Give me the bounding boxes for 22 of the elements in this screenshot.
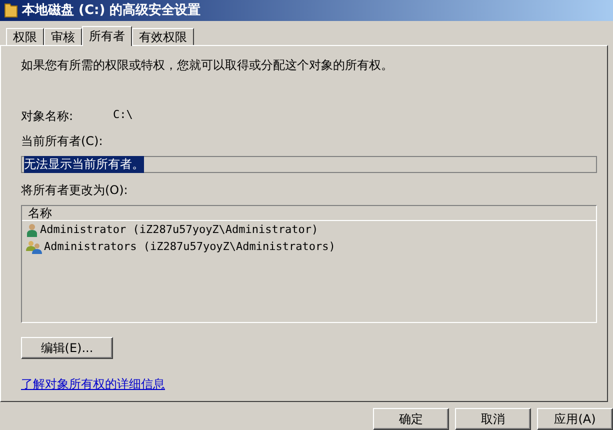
tab[interactable]: 所有者 (82, 26, 132, 46)
owner-list-item[interactable]: Administrators (iZ287u57yoyZ\Administrators) (22, 238, 596, 256)
change-owner-label: 将所有者更改为(O): (21, 182, 129, 200)
tab[interactable]: 有效权限 (132, 28, 194, 46)
ownership-info-link[interactable]: 了解对象所有权的详细信息 (21, 376, 165, 394)
users-icon (26, 240, 42, 254)
folder-icon (4, 2, 18, 18)
column-header[interactable]: 名称 (22, 206, 596, 222)
object-name-value: C:\ (113, 108, 133, 124)
dialog-button[interactable]: 应用(A) (537, 408, 613, 430)
owner-list-item[interactable]: Administrator (iZ287u57yoyZ\Administrator) (22, 221, 596, 238)
intro-text: 如果您有所需的权限或特权，您就可以取得或分配这个对象的所有权。 (21, 57, 394, 74)
current-owner-label: 当前所有者(C): (21, 133, 104, 150)
edit-button[interactable]: 编辑(E)... (21, 337, 113, 360)
dialog-button[interactable]: 取消 (455, 408, 531, 430)
user-icon (26, 222, 38, 237)
window-title: 本地磁盘 (C:) 的高级安全设置 (22, 2, 201, 20)
dialog-button[interactable]: 确定 (373, 408, 449, 430)
object-name-label: 对象名称: (21, 108, 74, 126)
tab[interactable]: 权限 (6, 28, 44, 46)
tab[interactable]: 审核 (44, 28, 82, 46)
current-owner-field[interactable]: 无法显示当前所有者。 (21, 156, 597, 174)
